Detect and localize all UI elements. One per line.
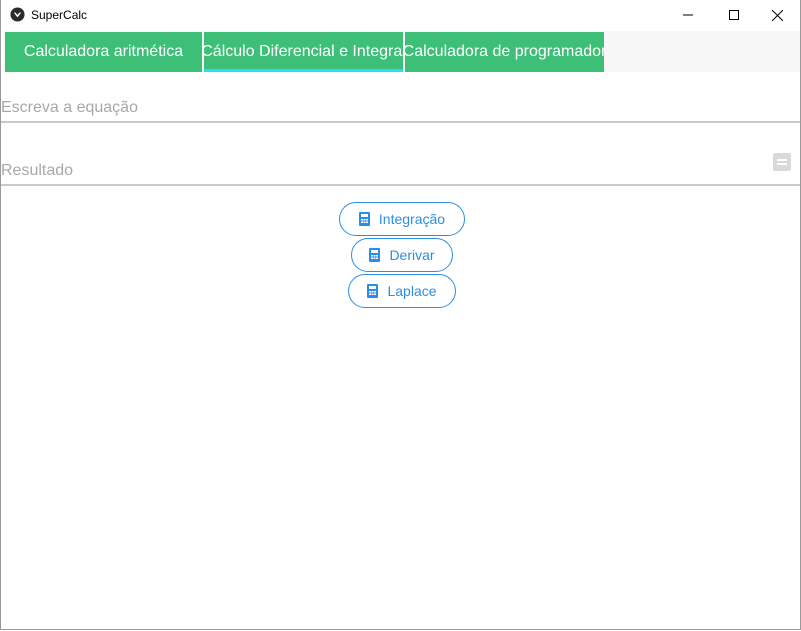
maximize-icon: [729, 10, 739, 20]
calculator-icon: [367, 284, 379, 298]
window-title: SuperCalc: [31, 8, 88, 22]
calculator-icon: [369, 248, 381, 262]
title-bar[interactable]: SuperCalc: [1, 0, 800, 30]
derive-button[interactable]: Derivar: [351, 238, 453, 272]
equation-field: [1, 84, 800, 123]
tab-arithmetic-calculator[interactable]: Calculadora aritmética: [5, 32, 202, 72]
integrate-button-label: Integração: [378, 211, 446, 227]
equation-input[interactable]: [1, 99, 761, 117]
derive-button-label: Derivar: [389, 247, 435, 263]
laplace-button-label: Laplace: [387, 283, 437, 299]
tab-label: Cálculo Diferencial e Integral: [201, 43, 406, 60]
maximize-button[interactable]: [711, 0, 757, 30]
minimize-button[interactable]: [665, 0, 711, 30]
selected-tab-indicator: [204, 69, 403, 72]
equals-icon[interactable]: [773, 153, 791, 171]
result-input[interactable]: [1, 162, 761, 180]
tab-programmer-calculator[interactable]: Calculadora de programador: [402, 32, 607, 72]
close-icon: [771, 9, 783, 21]
minimize-icon: [683, 14, 693, 16]
app-logo-icon: [10, 7, 25, 22]
app-window: SuperCalc Calculadora aritmética Cálculo…: [0, 0, 801, 630]
close-button[interactable]: [754, 0, 800, 30]
integrate-button[interactable]: Integração: [339, 202, 465, 236]
calculator-icon: [358, 212, 370, 226]
laplace-button[interactable]: Laplace: [348, 274, 456, 308]
tab-differential-integral-calculus[interactable]: Cálculo Diferencial e Integral: [201, 32, 406, 72]
result-field: [1, 147, 800, 186]
tab-bar: Calculadora aritmética Cálculo Diferenci…: [3, 31, 800, 72]
tab-label: Calculadora aritmética: [23, 43, 184, 60]
tab-label: Calculadora de programador: [402, 43, 607, 60]
